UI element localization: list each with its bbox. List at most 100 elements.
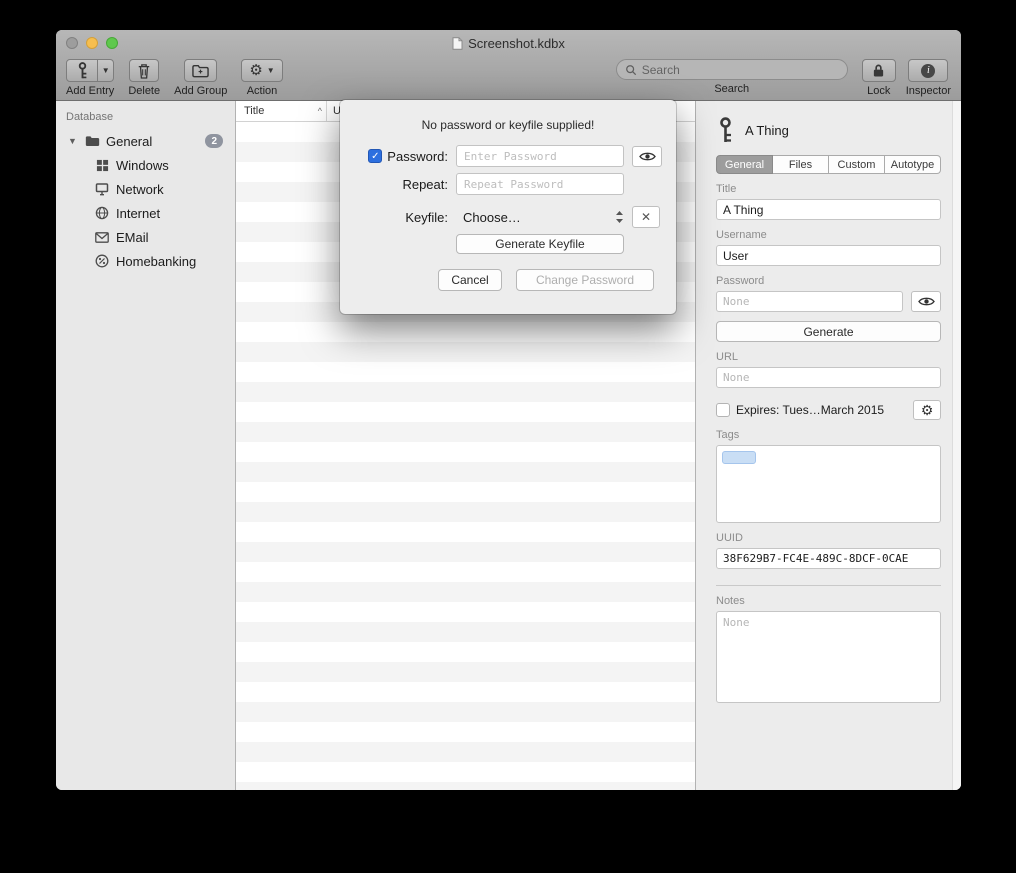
toolbar-item-search: Search Search: [616, 59, 848, 95]
sidebar-item-internet[interactable]: Internet: [56, 201, 235, 225]
chevron-down-icon: ▼: [267, 66, 275, 75]
inspector-button[interactable]: i: [908, 59, 948, 82]
gear-icon: ⚙: [249, 63, 262, 78]
tab-files[interactable]: Files: [773, 155, 829, 174]
repeat-password-field[interactable]: Repeat Password: [456, 173, 624, 195]
column-header-title[interactable]: Title ^: [236, 101, 326, 121]
entry-header: A Thing: [718, 117, 941, 143]
inspector-label: Inspector: [906, 85, 951, 97]
cancel-button[interactable]: Cancel: [438, 269, 502, 291]
percent-icon: [94, 254, 110, 268]
add-entry-button[interactable]: [66, 59, 98, 82]
zoom-button[interactable]: [106, 37, 118, 49]
delete-button[interactable]: [129, 59, 159, 82]
inspector-panel: A Thing General Files Custom Autotype Ti…: [695, 101, 961, 790]
section-divider: [716, 585, 941, 586]
tab-autotype[interactable]: Autotype: [885, 155, 941, 174]
folder-icon: [84, 135, 100, 147]
sidebar-item-label: General: [106, 134, 152, 149]
search-input[interactable]: Search: [616, 59, 848, 80]
table-row: [236, 522, 695, 542]
change-password-button[interactable]: Change Password: [516, 269, 654, 291]
clear-keyfile-button[interactable]: ✕: [632, 206, 660, 228]
disclosure-triangle-icon[interactable]: ▼: [68, 136, 78, 146]
close-button[interactable]: [66, 37, 78, 49]
table-row: [236, 422, 695, 442]
table-row: [236, 402, 695, 422]
sidebar-item-label: Homebanking: [116, 254, 196, 269]
inspector-scrollbar[interactable]: [952, 101, 961, 790]
eye-icon: [918, 296, 935, 307]
title-label: Title: [716, 183, 941, 195]
window-header: Screenshot.kdbx ▼ Add Entry Delete: [56, 30, 961, 101]
window-title-text: Screenshot.kdbx: [468, 36, 565, 51]
add-entry-dropdown-button[interactable]: ▼: [98, 59, 114, 82]
sidebar-item-network[interactable]: Network: [56, 177, 235, 201]
generate-password-button[interactable]: Generate: [716, 321, 941, 342]
table-row: [236, 362, 695, 382]
toolbar-item-lock: Lock: [862, 59, 896, 97]
gear-icon: ⚙: [921, 403, 934, 417]
sidebar-item-homebanking[interactable]: Homebanking: [56, 249, 235, 273]
sidebar-item-email[interactable]: EMail: [56, 225, 235, 249]
search-placeholder: Search: [642, 63, 680, 77]
dialog-message: No password or keyfile supplied!: [340, 118, 676, 132]
sidebar-item-label: Internet: [116, 206, 160, 221]
url-label: URL: [716, 351, 941, 363]
repeat-label: Repeat:: [402, 177, 448, 192]
password-field[interactable]: None: [716, 291, 903, 312]
add-group-button[interactable]: [184, 59, 217, 82]
inspector-tabs: General Files Custom Autotype: [716, 155, 941, 174]
tab-general[interactable]: General: [716, 155, 773, 174]
key-icon: [718, 117, 733, 143]
delete-label: Delete: [128, 85, 160, 97]
tag-token[interactable]: [722, 451, 756, 464]
expires-checkbox[interactable]: [716, 403, 730, 417]
table-row: [236, 482, 695, 502]
enter-password-field[interactable]: Enter Password: [456, 145, 624, 167]
password-label: Password:: [387, 149, 448, 164]
sidebar-header: Database: [56, 109, 235, 129]
action-button[interactable]: ⚙ ▼: [241, 59, 282, 82]
keyfile-popup[interactable]: Choose…: [456, 210, 624, 225]
uuid-label: UUID: [716, 532, 941, 544]
titlebar: Screenshot.kdbx: [56, 30, 961, 56]
table-row: [236, 442, 695, 462]
expires-settings-button[interactable]: ⚙: [913, 400, 941, 420]
username-field[interactable]: User: [716, 245, 941, 266]
lock-label: Lock: [867, 85, 890, 97]
title-field[interactable]: A Thing: [716, 199, 941, 220]
url-field[interactable]: None: [716, 367, 941, 388]
table-row: [236, 642, 695, 662]
reveal-password-button[interactable]: [911, 291, 941, 312]
password-label: Password: [716, 275, 941, 287]
uuid-field[interactable]: 38F629B7-FC4E-489C-8DCF-0CAE: [716, 548, 941, 569]
table-row: [236, 722, 695, 742]
sidebar-item-general[interactable]: ▼ General 2: [56, 129, 235, 153]
table-row: [236, 622, 695, 642]
table-row: [236, 562, 695, 582]
sidebar-item-label: EMail: [116, 230, 149, 245]
sidebar-item-windows[interactable]: Windows: [56, 153, 235, 177]
table-row: [236, 322, 695, 342]
generate-keyfile-button[interactable]: Generate Keyfile: [456, 234, 624, 254]
search-label: Search: [714, 83, 749, 95]
notes-label: Notes: [716, 595, 941, 607]
globe-icon: [94, 206, 110, 220]
app-window: Screenshot.kdbx ▼ Add Entry Delete: [56, 30, 961, 790]
tags-field[interactable]: [716, 445, 941, 523]
traffic-lights: [66, 37, 118, 49]
keyfile-row: Keyfile: Choose… ✕: [360, 206, 660, 228]
reveal-password-button[interactable]: [632, 146, 662, 167]
password-checkbox[interactable]: ✓: [368, 149, 382, 163]
lock-button[interactable]: [862, 59, 896, 82]
stepper-icon: [615, 210, 624, 224]
toolbar: ▼ Add Entry Delete Add Group ⚙ ▼: [56, 56, 961, 101]
minimize-button[interactable]: [86, 37, 98, 49]
window-title: Screenshot.kdbx: [452, 36, 565, 51]
notes-field[interactable]: None: [716, 611, 941, 703]
add-entry-label: Add Entry: [66, 85, 114, 97]
chevron-down-icon: ▼: [102, 66, 110, 75]
table-row: [236, 702, 695, 722]
tab-custom[interactable]: Custom: [829, 155, 885, 174]
